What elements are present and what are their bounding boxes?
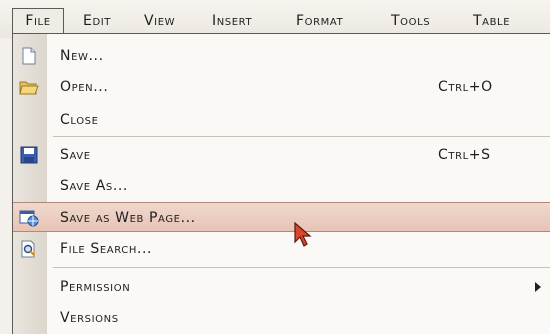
menu-item-versions[interactable]: Versions bbox=[13, 303, 550, 333]
menu-insert[interactable]: Insert bbox=[212, 9, 252, 33]
menu-item-label: Save bbox=[60, 147, 91, 163]
menu-view[interactable]: View bbox=[144, 9, 175, 33]
menu-item-save-as-web-page[interactable]: Save as Web Page... bbox=[13, 202, 550, 232]
open-folder-icon bbox=[19, 78, 39, 96]
menu-item-label: New... bbox=[60, 48, 104, 64]
menu-item-close[interactable]: Close bbox=[13, 105, 550, 135]
menu-separator bbox=[53, 136, 550, 137]
menu-item-new[interactable]: New... bbox=[13, 41, 550, 71]
menu-item-label: Versions bbox=[60, 310, 119, 326]
submenu-arrow-icon bbox=[535, 282, 541, 292]
menu-table[interactable]: Table bbox=[473, 9, 510, 33]
mouse-cursor-icon bbox=[294, 222, 312, 247]
menu-item-open[interactable]: Open... Ctrl+O bbox=[13, 72, 550, 102]
menu-file[interactable]: File bbox=[12, 8, 64, 34]
menu-item-label: Open... bbox=[60, 79, 109, 95]
shortcut-label: Ctrl+S bbox=[438, 147, 491, 163]
menu-separator bbox=[53, 267, 550, 268]
menu-item-label: Save As... bbox=[60, 178, 128, 194]
menu-tools[interactable]: Tools bbox=[391, 9, 430, 33]
menu-item-label: Save as Web Page... bbox=[60, 210, 196, 226]
web-page-icon bbox=[19, 209, 39, 227]
menu-item-save[interactable]: Save Ctrl+S bbox=[13, 140, 550, 170]
menu-item-label: Close bbox=[60, 112, 99, 128]
menu-item-label: Permission bbox=[60, 279, 131, 295]
file-dropdown-menu: New... Open... Ctrl+O Close Save Ctrl+S bbox=[12, 33, 550, 334]
shortcut-label: Ctrl+O bbox=[438, 79, 493, 95]
menu-item-save-as[interactable]: Save As... bbox=[13, 171, 550, 201]
floppy-disk-icon bbox=[19, 146, 39, 164]
file-search-icon bbox=[19, 240, 39, 258]
menu-edit[interactable]: Edit bbox=[83, 9, 111, 33]
new-document-icon bbox=[19, 47, 39, 65]
menu-item-label: File Search... bbox=[60, 241, 153, 257]
menu-format[interactable]: Format bbox=[296, 9, 343, 33]
menu-item-permission[interactable]: Permission bbox=[13, 272, 550, 302]
menu-item-file-search[interactable]: File Search... bbox=[13, 234, 550, 264]
